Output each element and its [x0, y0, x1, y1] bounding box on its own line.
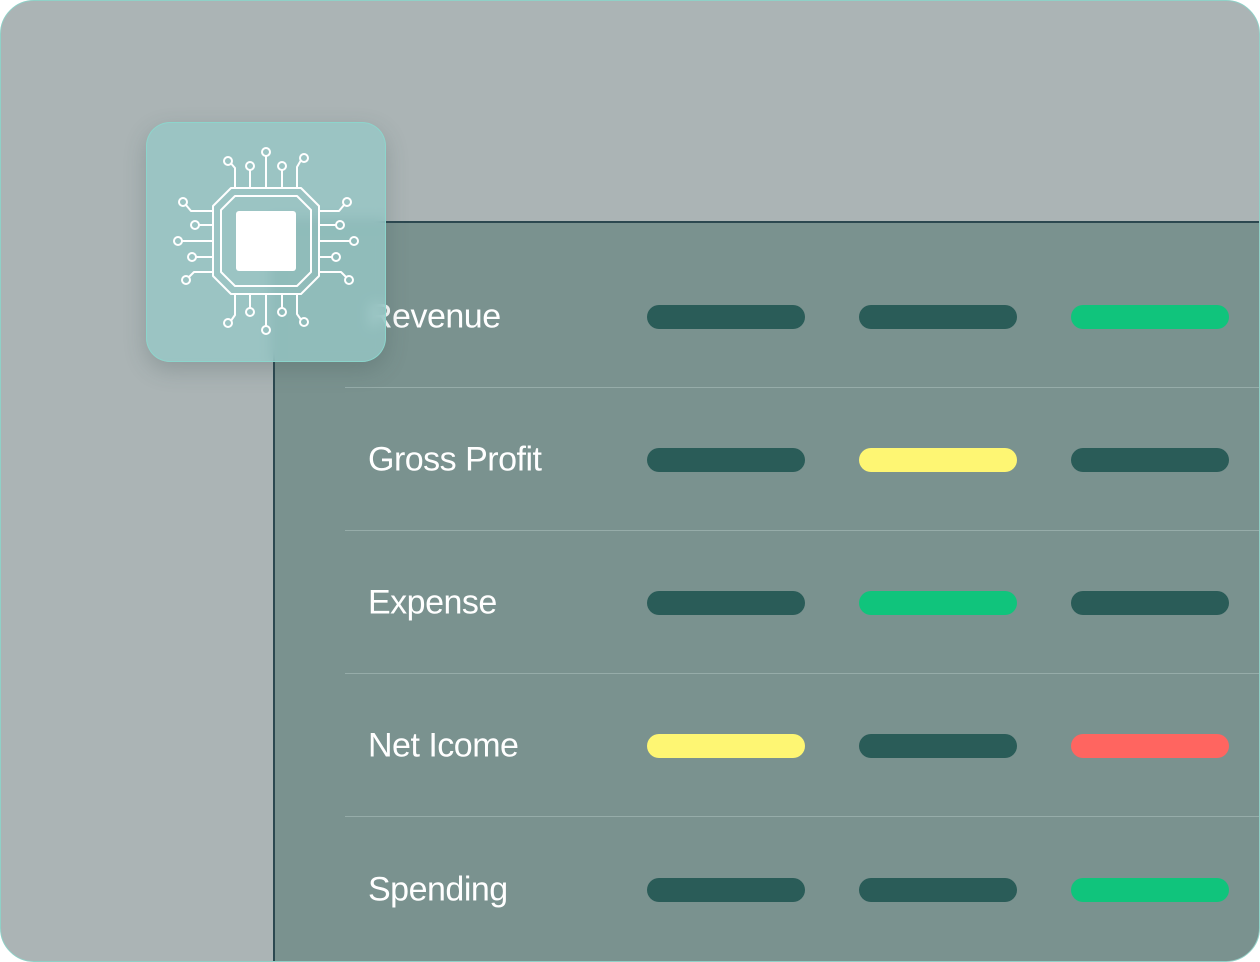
table-row: Expense — [345, 531, 1259, 674]
circuit-chip-icon — [173, 147, 359, 335]
row-label: Expense — [368, 583, 497, 621]
status-pill — [859, 733, 1017, 758]
row-label: Net Icome — [368, 726, 519, 764]
status-pill — [859, 304, 1017, 329]
row-label: Revenue — [368, 297, 501, 335]
chip-card — [146, 122, 386, 362]
status-pill — [859, 447, 1017, 472]
status-pill — [647, 877, 805, 902]
status-pill — [647, 304, 805, 329]
row-label: Gross Profit — [368, 440, 542, 478]
status-pill — [1071, 304, 1229, 329]
status-pill — [1071, 733, 1229, 758]
row-label: Spending — [368, 870, 508, 908]
table-row: Spending — [345, 818, 1259, 961]
status-pill — [647, 590, 805, 615]
app-frame: Revenue Gross Profit Expense Net Icome S… — [0, 0, 1260, 962]
table-row: Gross Profit — [345, 388, 1259, 531]
status-pill — [1071, 590, 1229, 615]
table-row: Net Icome — [345, 674, 1259, 817]
status-pill — [1071, 877, 1229, 902]
status-pill — [859, 877, 1017, 902]
table-row: Revenue — [345, 245, 1259, 388]
status-pill — [859, 590, 1017, 615]
status-pill — [647, 733, 805, 758]
status-pill — [647, 447, 805, 472]
financial-status-panel: Revenue Gross Profit Expense Net Icome S… — [273, 221, 1259, 961]
status-pill — [1071, 447, 1229, 472]
